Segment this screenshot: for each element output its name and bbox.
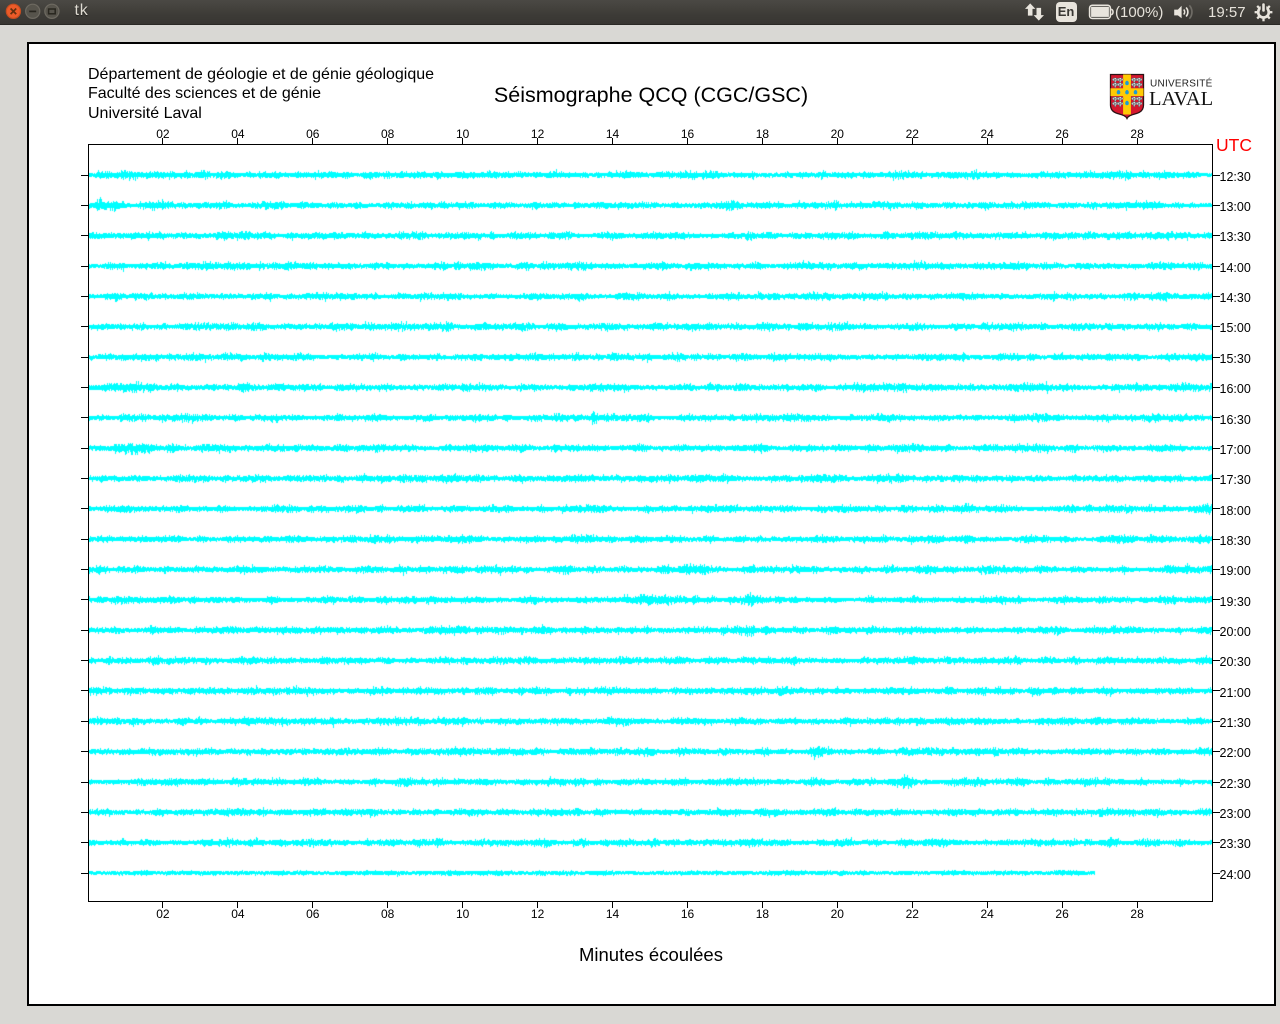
svg-text:LAVAL: LAVAL [1149, 88, 1213, 110]
